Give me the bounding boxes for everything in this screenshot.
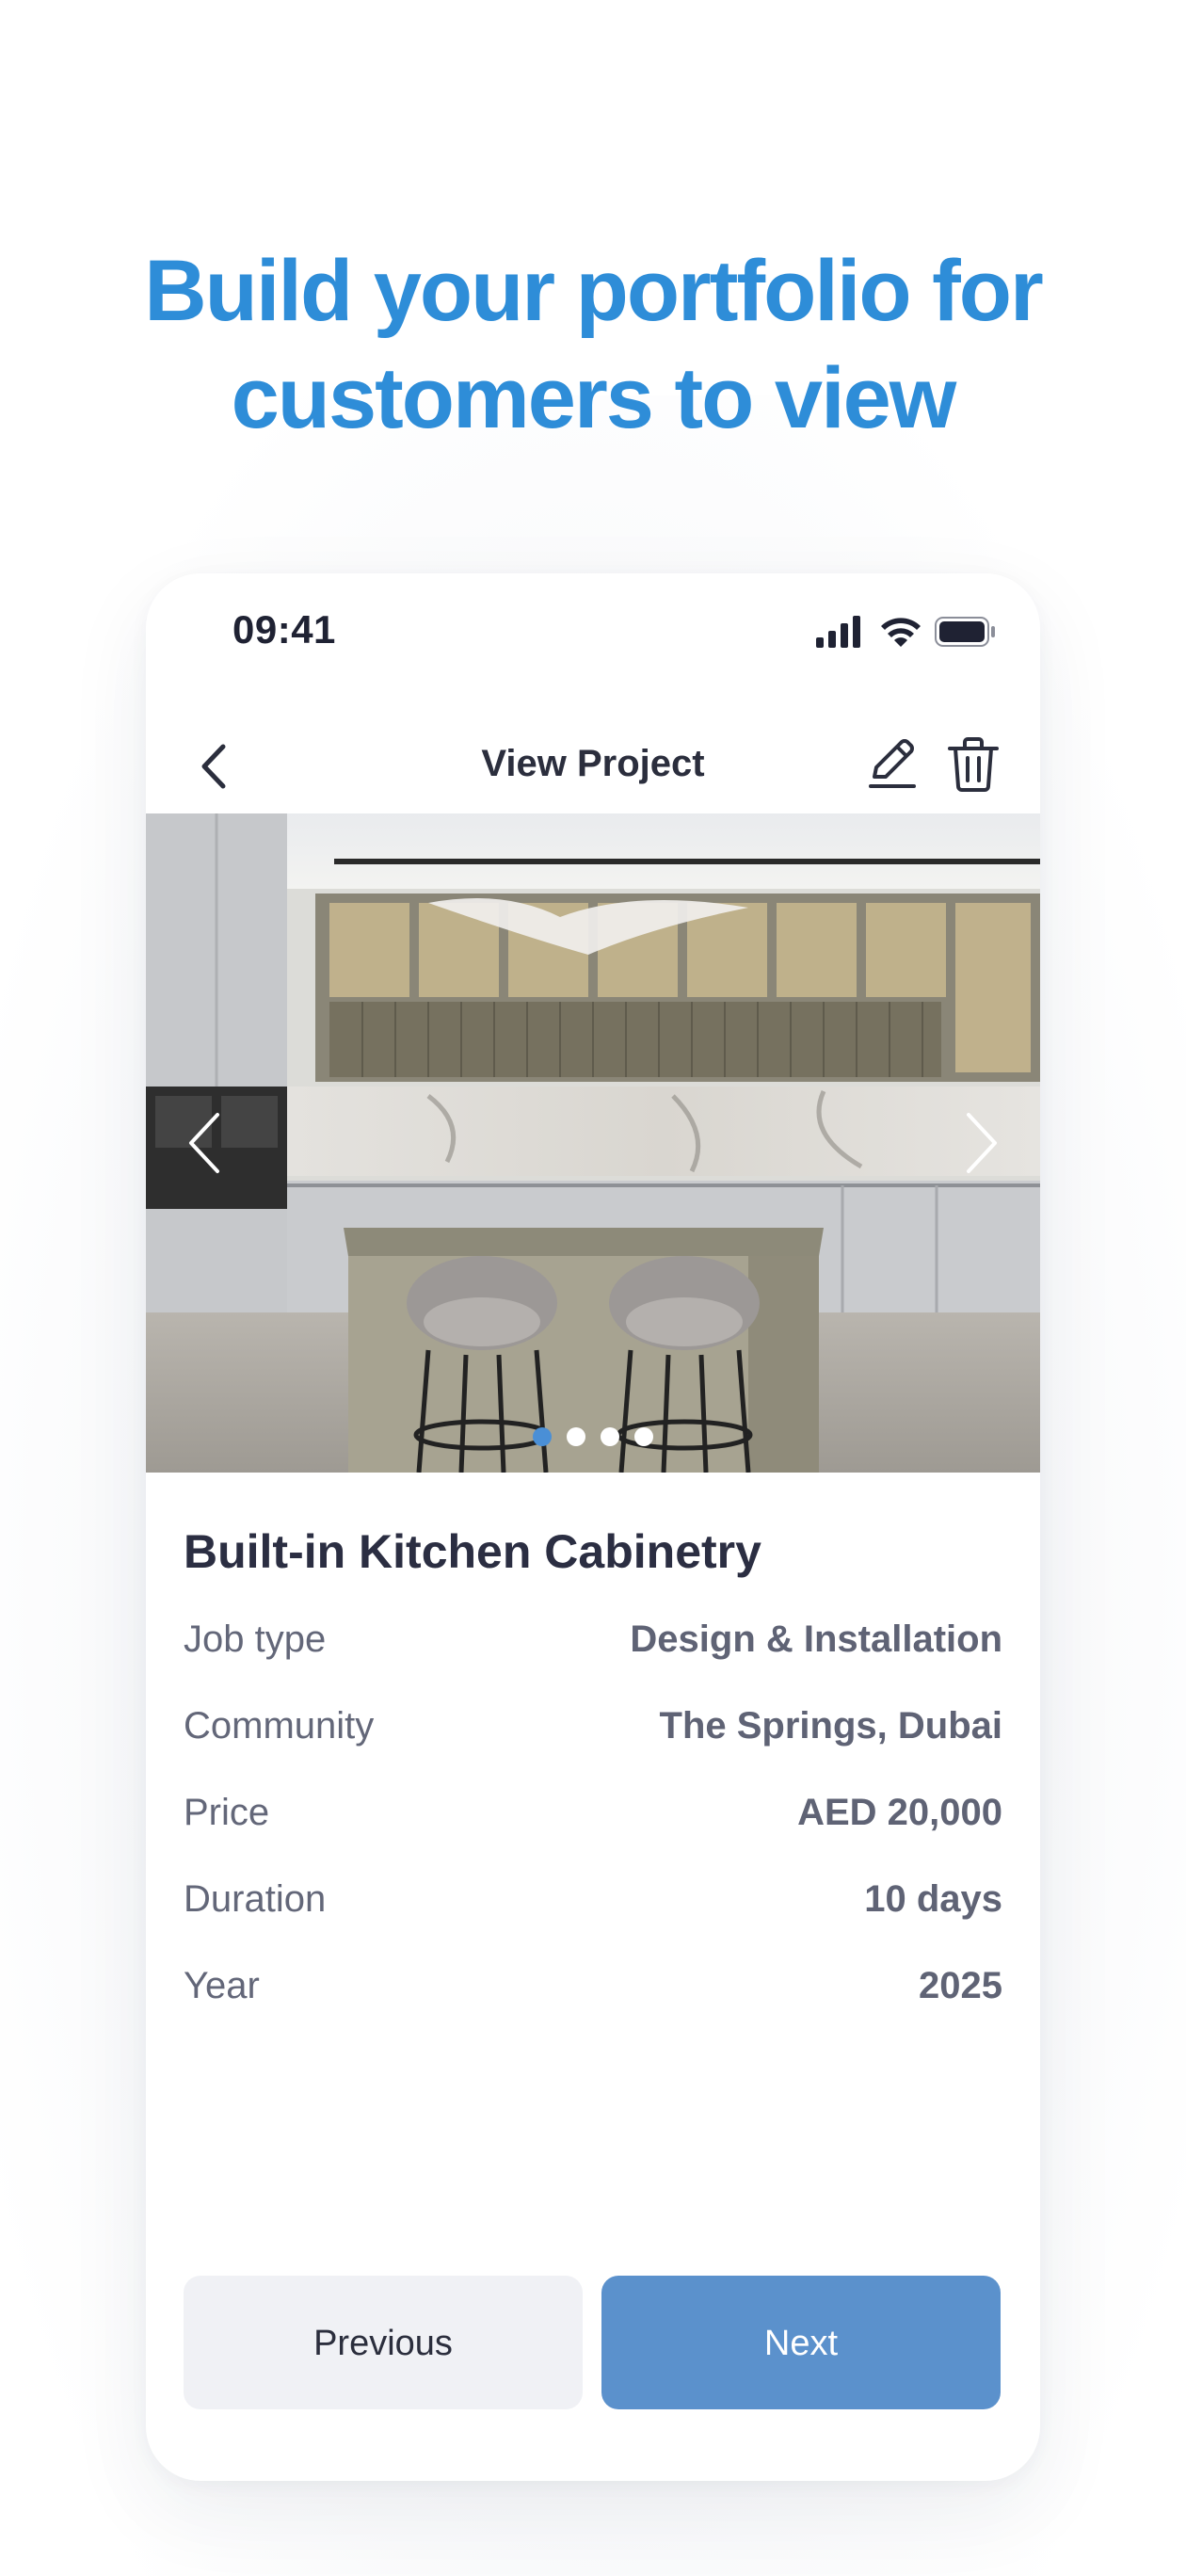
edit-button[interactable] [861, 733, 923, 796]
chevron-left-icon [189, 1113, 219, 1173]
carousel-prev-button[interactable] [174, 1105, 240, 1181]
carousel-dot[interactable] [567, 1427, 585, 1446]
detail-label: Job type [184, 1618, 327, 1660]
chevron-right-icon [967, 1113, 997, 1173]
headline-line-2: customers to view [231, 350, 957, 446]
detail-row-price: Price AED 20,000 [184, 1792, 1002, 1878]
detail-value: 2025 [919, 1965, 1002, 2006]
navbar: View Project [146, 715, 1040, 818]
project-title: Built-in Kitchen Cabinetry [184, 1525, 761, 1578]
detail-row-community: Community The Springs, Dubai [184, 1705, 1002, 1792]
carousel-next-button[interactable] [946, 1105, 1012, 1181]
status-time: 09:41 [232, 607, 336, 652]
carousel-pagination [146, 1427, 1040, 1446]
phone-screen: 09:41 View Project Built-in Kitchen Cabi… [146, 573, 1040, 2481]
kitchen-photo [146, 813, 1040, 1473]
wifi-icon [881, 618, 921, 647]
detail-label: Price [184, 1792, 270, 1833]
trash-icon [948, 737, 999, 792]
detail-label: Year [184, 1965, 260, 2006]
detail-label: Community [184, 1705, 375, 1747]
carousel-dot-active[interactable] [533, 1427, 552, 1446]
headline: Build your portfolio for customers to vi… [56, 237, 1130, 452]
delete-button[interactable] [942, 733, 1004, 796]
detail-label: Duration [184, 1878, 327, 1920]
headline-line-1: Build your portfolio for [144, 243, 1044, 339]
project-details: Job type Design & Installation Community… [184, 1618, 1002, 2052]
carousel-dot[interactable] [601, 1427, 619, 1446]
status-icons [816, 613, 995, 651]
detail-value: 10 days [864, 1878, 1002, 1920]
detail-row-duration: Duration 10 days [184, 1878, 1002, 1965]
previous-button[interactable]: Previous [184, 2276, 583, 2409]
detail-row-year: Year 2025 [184, 1965, 1002, 2052]
detail-row-job-type: Job type Design & Installation [184, 1618, 1002, 1705]
detail-value: The Springs, Dubai [659, 1705, 1002, 1747]
detail-value: AED 20,000 [797, 1792, 1002, 1833]
edit-pencil-icon [869, 739, 916, 788]
battery-icon [935, 617, 995, 647]
image-carousel[interactable] [146, 813, 1040, 1473]
signal-icon [816, 616, 860, 648]
detail-value: Design & Installation [630, 1618, 1002, 1660]
carousel-dot[interactable] [634, 1427, 653, 1446]
next-button[interactable]: Next [601, 2276, 1001, 2409]
